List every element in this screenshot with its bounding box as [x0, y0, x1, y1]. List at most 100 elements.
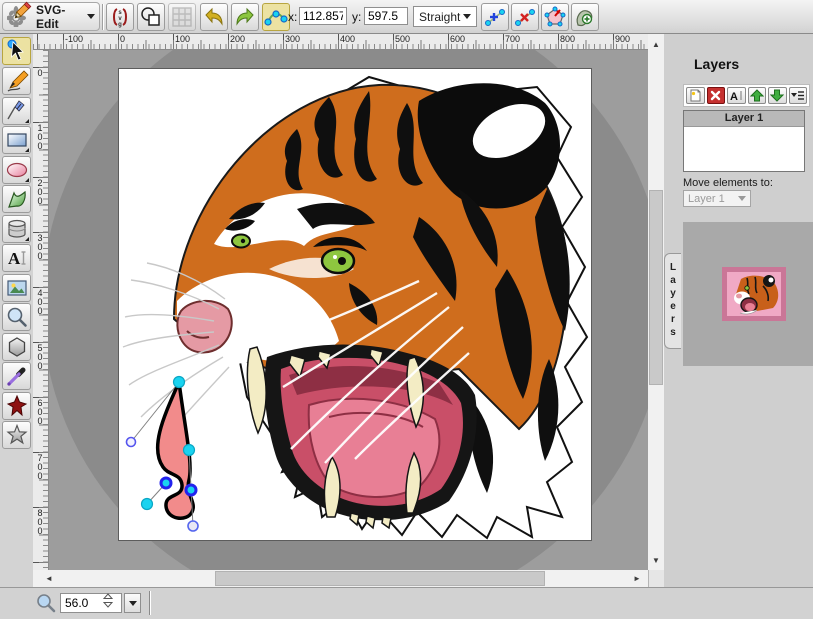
undo-button[interactable] [200, 3, 228, 31]
svg-text:A: A [730, 91, 738, 102]
path-tool[interactable] [2, 185, 31, 213]
image-icon [5, 276, 29, 300]
red-shape-tool[interactable] [2, 392, 31, 420]
ruler-label: 0 [120, 34, 125, 44]
open-path-icon [543, 5, 567, 29]
shapes-button[interactable] [137, 3, 165, 31]
vertical-ruler: 0100200300400500600700800 [33, 50, 49, 570]
text-icon: A [5, 246, 29, 270]
vertical-scrollbar[interactable]: ▲ ▼ [648, 34, 664, 570]
add-subpath-button[interactable] [571, 3, 599, 31]
magnifier-icon [5, 305, 29, 329]
horizontal-scrollbar[interactable]: ◄ ► [33, 570, 648, 587]
shape-library-tool[interactable] [2, 215, 31, 243]
ruler-label: 700 [35, 453, 44, 480]
ruler-label: 800 [35, 508, 44, 535]
path-node[interactable] [142, 499, 153, 510]
select-tool[interactable] [2, 37, 31, 65]
zoom-spinner[interactable] [103, 593, 113, 613]
layer-list[interactable]: Layer 1 [683, 110, 805, 172]
redo-button[interactable] [231, 3, 259, 31]
x-coordinate-input[interactable] [299, 7, 347, 25]
star-tool[interactable] [2, 421, 31, 449]
vertical-scroll-thumb[interactable] [649, 190, 663, 385]
link-control-points-button[interactable] [262, 3, 290, 31]
delete-node-button[interactable] [511, 3, 539, 31]
zoom-preset-dropdown[interactable] [124, 593, 141, 613]
red-star-icon [5, 394, 29, 418]
y-coordinate-input[interactable] [364, 7, 408, 25]
pencil-tool[interactable] [2, 67, 31, 95]
horizontal-scroll-thumb[interactable] [215, 571, 545, 586]
scroll-right-arrow[interactable]: ► [629, 570, 645, 587]
segment-type-select[interactable]: Straight [413, 6, 477, 27]
line-pen-icon [5, 99, 29, 123]
open-path-button[interactable] [541, 3, 569, 31]
ruler-label: 500 [395, 34, 410, 44]
ruler-label: 200 [230, 34, 245, 44]
path-node-selected[interactable] [186, 485, 196, 495]
control-handle[interactable] [188, 521, 198, 531]
workspace[interactable] [49, 50, 648, 570]
move-elements-value: Layer 1 [688, 193, 725, 205]
polygon-tool[interactable] [2, 333, 31, 361]
add-subpath-icon [573, 5, 597, 29]
chevron-down-icon [463, 14, 471, 19]
redo-icon [233, 5, 257, 29]
scroll-down-arrow[interactable]: ▼ [648, 552, 664, 568]
eyedropper-icon [5, 364, 29, 388]
thumbnail-tiger [727, 272, 781, 316]
delete-layer-button[interactable] [707, 87, 726, 104]
path-node[interactable] [184, 445, 195, 456]
grid-button[interactable] [168, 3, 196, 31]
rename-layer-icon: A [729, 89, 744, 102]
main-toolbar: SVG-Edit s v g [0, 0, 813, 34]
footer-bar [0, 587, 813, 619]
path-node-selected[interactable] [161, 478, 171, 488]
artwork-thumbnail[interactable] [722, 267, 786, 321]
layer-row-selected[interactable]: Layer 1 [684, 111, 804, 127]
zoom-tool[interactable] [2, 303, 31, 331]
text-tool[interactable]: A [2, 244, 31, 272]
line-tool[interactable] [2, 97, 31, 125]
control-handle[interactable] [127, 438, 136, 447]
ellipse-tool[interactable] [2, 156, 31, 184]
layers-side-tab[interactable]: Layers [664, 253, 681, 349]
ruler-label: 800 [560, 34, 575, 44]
main-menu-button[interactable]: SVG-Edit [2, 2, 100, 31]
layers-panel: Layers A [664, 34, 813, 587]
thumbnail-background [727, 272, 781, 316]
source-editor-button[interactable]: s v g [106, 3, 134, 31]
move-elements-select[interactable]: Layer 1 [683, 190, 751, 207]
tiger-artwork [119, 69, 591, 540]
rectangle-tool[interactable] [2, 126, 31, 154]
pencil-icon [5, 69, 29, 93]
chevron-down-icon [129, 601, 137, 606]
svg-edit-app: SVG-Edit s v g [0, 0, 813, 619]
star-icon [5, 423, 29, 447]
x-coordinate-label: x: [288, 10, 297, 24]
svg-text:g: g [118, 22, 122, 28]
arrow-up-icon [750, 89, 764, 102]
layer-menu-button[interactable] [789, 87, 808, 104]
ruler-label: 700 [505, 34, 520, 44]
ruler-label: 200 [35, 178, 44, 205]
new-layer-icon [688, 89, 703, 102]
arrow-down-icon [770, 89, 784, 102]
layers-panel-title: Layers [694, 56, 739, 72]
rename-layer-button[interactable]: A [727, 87, 746, 104]
app-logo-icon [7, 1, 33, 32]
path-node[interactable] [174, 377, 185, 388]
ruler-label: -100 [65, 34, 83, 44]
insert-node-button[interactable] [481, 3, 509, 31]
move-layer-up-button[interactable] [748, 87, 767, 104]
scroll-up-arrow[interactable]: ▲ [648, 36, 664, 52]
scroll-left-arrow[interactable]: ◄ [41, 570, 57, 587]
zoom-level-input[interactable] [61, 596, 103, 610]
zoom-level-box [60, 593, 122, 613]
svg-canvas[interactable] [118, 68, 592, 541]
eyedropper-tool[interactable] [2, 362, 31, 390]
image-tool[interactable] [2, 274, 31, 302]
new-layer-button[interactable] [686, 87, 705, 104]
move-layer-down-button[interactable] [768, 87, 787, 104]
